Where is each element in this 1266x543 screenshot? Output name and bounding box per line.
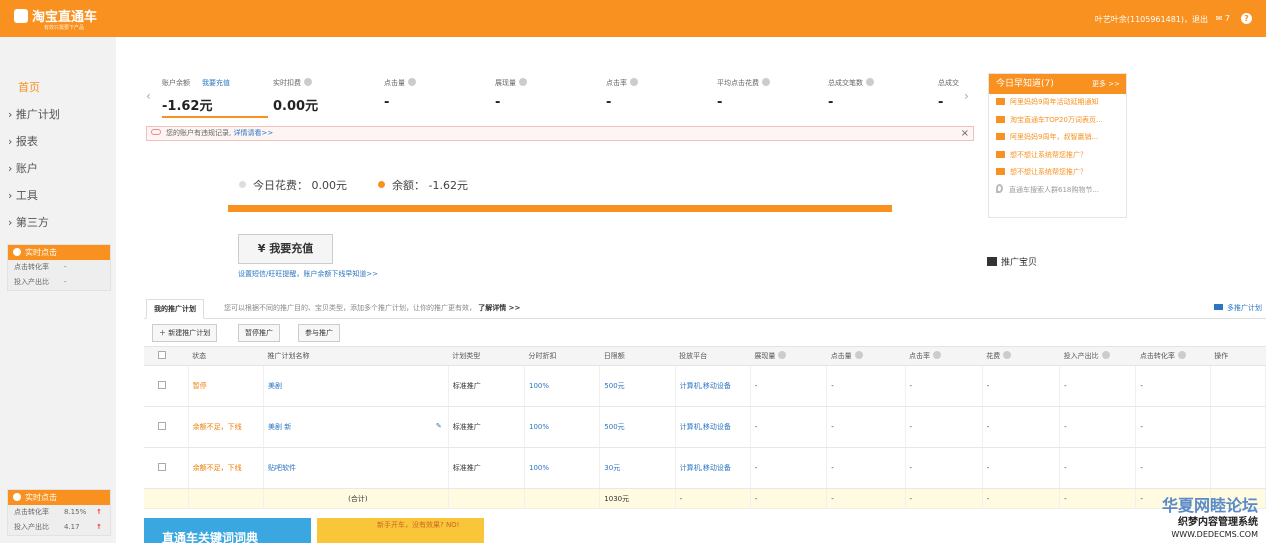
pause-button[interactable]: 暂停推广 <box>238 324 280 342</box>
total-row: (合计) 1030元 ------- <box>144 488 1266 509</box>
news-item[interactable]: 想不想让系统帮您推广？ <box>989 164 1126 182</box>
plan-name-link[interactable]: 美剧 新 ✎ <box>263 406 449 448</box>
gift-icon <box>987 257 997 266</box>
promote-item-link[interactable]: 推广宝贝 <box>987 255 1037 268</box>
envelope-icon <box>996 98 1005 105</box>
plans-tab-row: 我的推广计划 您可以根据不同的推广目的、宝贝类型，添加多个推广计划，让你的推广更… <box>144 293 1266 319</box>
stat-deals: 总成交 - <box>938 79 959 110</box>
join-button[interactable]: 参与推广 <box>298 324 340 342</box>
help-icon[interactable]: ? <box>1241 13 1252 24</box>
watermark: 华夏网睦论坛 织梦内容管理系统 WWW.DEDECMS.COM <box>1161 496 1258 539</box>
envelope-icon <box>996 133 1005 140</box>
news-panel: 今日早知道(7) 更多 >> 阿里妈妈9周年活动延期通知 淘宝直通车TOP20万词… <box>988 73 1127 218</box>
learn-more-link[interactable]: 了解详情 >> <box>478 304 520 312</box>
plan-name-link[interactable]: 贴吧软件 <box>263 447 449 489</box>
table-header: 状态 推广计划名称 计划类型 分时折扣 日限额 投放平台 展现量 点击量 点击率… <box>144 346 1266 366</box>
stat-clicks: 点击量 - <box>384 78 416 110</box>
stat-ctr: 点击率 - <box>606 78 638 110</box>
sidebar-item-reports[interactable]: › 报表 <box>8 133 38 149</box>
plan-name-link[interactable]: 美剧 <box>263 365 449 407</box>
arrow-up-icon: ↑ <box>96 523 102 531</box>
alert-icon <box>151 129 161 135</box>
sidebar-item-tools[interactable]: › 工具 <box>8 187 38 203</box>
today-dot <box>239 181 246 188</box>
clock-icon <box>13 493 21 501</box>
envelope-icon <box>996 168 1005 175</box>
new-plan-button[interactable]: ＋ 新建推广计划 <box>152 324 218 342</box>
alert-detail-link[interactable]: 详情请看>> <box>233 129 273 137</box>
news-item[interactable]: 阿里妈妈9周年活动延期通知 <box>989 94 1126 112</box>
question-icon <box>866 78 874 86</box>
sidebar: 首页 › 推广计划 › 报表 › 账户 › 工具 › 第三方 实时点击 点击转化… <box>0 37 116 543</box>
budget-progress-bar <box>228 205 892 212</box>
news-item[interactable]: 淘宝直通车TOP20万词表页... <box>989 112 1126 130</box>
balance-dot <box>378 181 385 188</box>
user-info[interactable]: 叶艺叶余(1105961481)，退出 <box>1095 14 1208 25</box>
question-icon <box>519 78 527 86</box>
newbie-banner[interactable]: 新手开车，没有效果? NO! <box>317 518 484 543</box>
row-checkbox[interactable] <box>158 381 166 389</box>
recharge-link[interactable]: 我要充值 <box>202 79 230 87</box>
envelope-icon <box>996 150 1005 158</box>
location-pin-icon <box>996 183 1003 193</box>
sidebar-item-account[interactable]: › 账户 <box>8 160 38 176</box>
settings-link[interactable]: 设置短信/旺旺提醒，账户余额下线早知道>> <box>238 269 378 279</box>
question-icon <box>630 78 638 86</box>
stat-orders: 总成交笔数 - <box>828 78 874 110</box>
table-row: 余额不足，下线 美剧 新 ✎ 标准推广 100% 500元 计算机,移动设备 --… <box>144 406 1266 448</box>
news-item[interactable]: 阿里妈妈9周年，叔智赢销... <box>989 129 1126 147</box>
top-bar: 淘宝直通车 有效只需要下产品 叶艺叶余(1105961481)，退出 ✉ 7 ? <box>0 0 1266 37</box>
tab-my-plans[interactable]: 我的推广计划 <box>146 299 204 319</box>
budget-summary: 今日花费： 0.00元 余额： -1.62元 <box>239 177 468 193</box>
table-row: 暂停 美剧 标准推广 100% 500元 计算机,移动设备 ------ <box>144 365 1266 407</box>
question-icon <box>304 78 312 86</box>
close-icon[interactable]: × <box>961 127 969 140</box>
news-item[interactable]: 直通车搜索人群618购物节... <box>989 182 1126 200</box>
select-all-checkbox[interactable] <box>158 351 166 359</box>
pencil-icon[interactable]: ✎ <box>436 422 442 430</box>
logo[interactable]: 淘宝直通车 <box>14 6 97 25</box>
question-icon <box>408 78 416 86</box>
sidebar-item-plans[interactable]: › 推广计划 <box>8 106 60 122</box>
arrow-up-icon: ↑ <box>96 508 102 516</box>
recharge-button[interactable]: ¥ 我要充值 <box>238 234 333 264</box>
plans-table: 状态 推广计划名称 计划类型 分时折扣 日限额 投放平台 展现量 点击量 点击率… <box>144 346 1266 509</box>
stat-realtime: 实时扣费 0.00元 <box>273 78 319 114</box>
stat-balance: 账户余额 我要充值 -1.62元 <box>162 78 268 118</box>
main-content: ‹ › 账户余额 我要充值 -1.62元 实时扣费 0.00元 点击量 - 展现量 -… <box>116 37 1266 543</box>
slogan: 有效只需要下产品 <box>44 25 85 31</box>
video-icon <box>1214 304 1223 310</box>
keyword-banner[interactable]: 直通车关键词词典 <box>144 518 311 543</box>
plans-description: 您可以根据不同的推广目的、宝贝类型，添加多个推广计划，让你的推广更有效， 了解详… <box>224 304 521 312</box>
news-item[interactable]: 想不想让系统帮您推广？ <box>989 147 1126 165</box>
multi-plan-link[interactable]: 多推广计划 <box>1214 303 1262 313</box>
sidebar-item-home[interactable]: 首页 <box>18 79 40 95</box>
stat-impressions: 展现量 - <box>495 78 527 110</box>
row-checkbox[interactable] <box>158 422 166 430</box>
message-button[interactable]: ✉ 7 <box>1216 14 1230 23</box>
table-row: 余额不足，下线 贴吧软件 标准推广 100% 30元 计算机,移动设备 ----… <box>144 447 1266 489</box>
clock-icon <box>13 248 21 256</box>
realtime-panel-bottom: 实时点击 点击转化率 8.15% ↑ 投入产出比 4.17 ↑ <box>7 489 111 536</box>
row-checkbox[interactable] <box>158 463 166 471</box>
violation-alert: 您的账户有违规记录, 详情请看>> × <box>146 126 974 141</box>
news-more-link[interactable]: 更多 >> <box>1092 74 1120 94</box>
question-icon <box>762 78 770 86</box>
stat-avg-cpc: 平均点击花费 - <box>717 78 770 110</box>
realtime-panel-top: 实时点击 点击转化率 - 投入产出比 - <box>7 244 111 291</box>
envelope-icon <box>996 115 1005 123</box>
sidebar-item-third-party[interactable]: › 第三方 <box>8 214 49 230</box>
logo-icon <box>14 9 28 23</box>
